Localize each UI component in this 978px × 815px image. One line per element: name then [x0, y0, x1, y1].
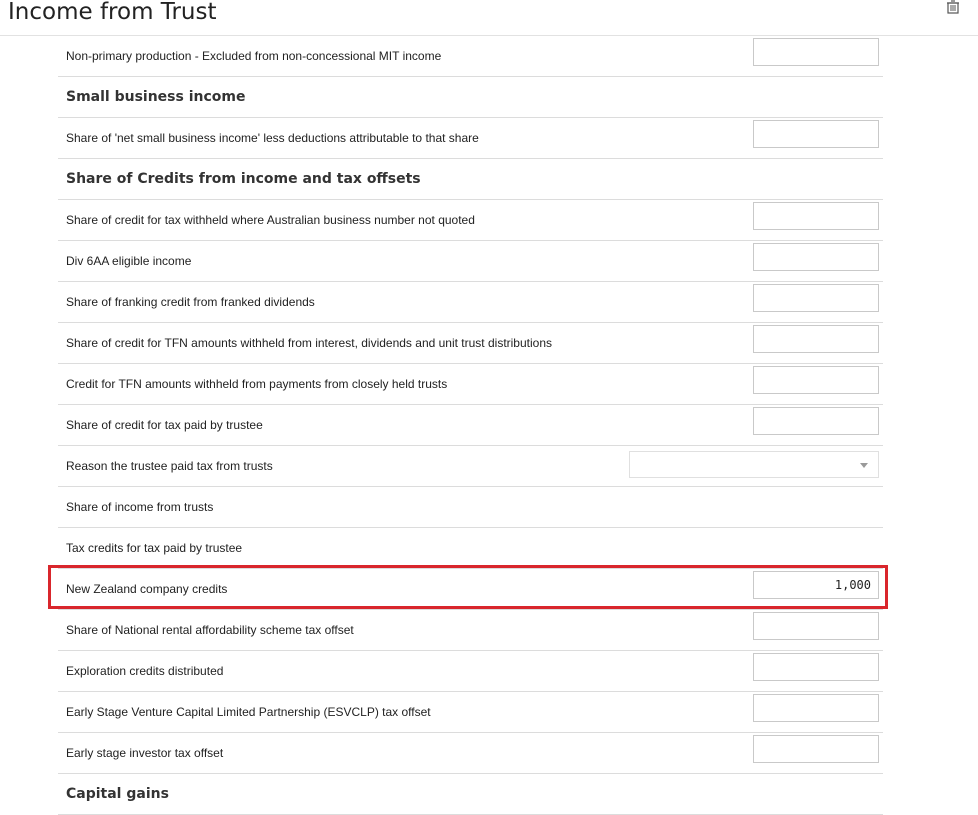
- section-heading-credits: Share of Credits from income and tax off…: [58, 159, 883, 200]
- form-row: Share of credit for TFN amounts withheld…: [58, 323, 883, 364]
- form-row-nz-company-credits: New Zealand company credits: [58, 569, 883, 610]
- amount-input[interactable]: [753, 407, 879, 435]
- field-label: Share of credit for tax withheld where A…: [66, 213, 475, 227]
- form-row: Credit for TFN amounts withheld from pay…: [58, 364, 883, 405]
- amount-input[interactable]: [753, 325, 879, 353]
- field-label: Tax credits for tax paid by trustee: [66, 541, 243, 555]
- field-label: Reason the trustee paid tax from trusts: [66, 459, 273, 473]
- trustee-reason-select[interactable]: [629, 451, 879, 478]
- amount-input[interactable]: [753, 202, 879, 230]
- amount-input[interactable]: [753, 38, 879, 66]
- field-label: Early stage investor tax offset: [66, 746, 224, 760]
- section-title: Capital gains: [66, 786, 169, 802]
- nz-company-credits-input[interactable]: [753, 571, 879, 599]
- page-title: Income from Trust: [8, 0, 217, 25]
- form-row: Reason the trustee paid tax from trusts: [58, 446, 883, 487]
- form-row: Share of franking credit from franked di…: [58, 282, 883, 323]
- section-title: Small business income: [66, 89, 246, 105]
- amount-input[interactable]: [753, 243, 879, 271]
- section-title: Share of Credits from income and tax off…: [66, 171, 421, 187]
- field-label: Share of franking credit from franked di…: [66, 295, 315, 309]
- trust-income-form: Non-primary production - Excluded from n…: [58, 36, 883, 815]
- form-row: Early Stage Venture Capital Limited Part…: [58, 692, 883, 733]
- form-row: Share of income from trusts: [58, 487, 883, 528]
- form-row: Tax credits for tax paid by trustee: [58, 528, 883, 569]
- field-label: New Zealand company credits: [66, 582, 228, 596]
- form-row: Div 6AA eligible income: [58, 241, 883, 282]
- header-bar: Income from Trust: [0, 0, 978, 36]
- chevron-down-icon: [860, 463, 868, 468]
- field-label: Share of credit for TFN amounts withheld…: [66, 336, 553, 350]
- amount-input[interactable]: [753, 694, 879, 722]
- field-label: Div 6AA eligible income: [66, 254, 192, 268]
- form-row: Exploration credits distributed: [58, 651, 883, 692]
- form-row: Share of National rental affordability s…: [58, 610, 883, 651]
- amount-input[interactable]: [753, 120, 879, 148]
- amount-input[interactable]: [753, 612, 879, 640]
- amount-input[interactable]: [753, 366, 879, 394]
- amount-input[interactable]: [753, 284, 879, 312]
- trash-icon[interactable]: [946, 0, 960, 14]
- form-row: Early stage investor tax offset: [58, 733, 883, 774]
- field-label: Non-primary production - Excluded from n…: [66, 49, 442, 63]
- amount-input[interactable]: [753, 653, 879, 681]
- field-label: Early Stage Venture Capital Limited Part…: [66, 705, 431, 719]
- section-heading-small-business: Small business income: [58, 77, 883, 118]
- form-row: Share of credit for tax paid by trustee: [58, 405, 883, 446]
- field-label: Share of 'net small business income' les…: [66, 131, 479, 145]
- field-label: Exploration credits distributed: [66, 664, 224, 678]
- field-label: Share of National rental affordability s…: [66, 623, 354, 637]
- form-row: Share of credit for tax withheld where A…: [58, 200, 883, 241]
- amount-input[interactable]: [753, 735, 879, 763]
- form-row: Share of 'net small business income' les…: [58, 118, 883, 159]
- field-label: Credit for TFN amounts withheld from pay…: [66, 377, 448, 391]
- field-label: Share of income from trusts: [66, 500, 214, 514]
- form-row: Non-primary production - Excluded from n…: [58, 36, 883, 77]
- field-label: Share of credit for tax paid by trustee: [66, 418, 263, 432]
- section-heading-capital-gains: Capital gains: [58, 774, 883, 815]
